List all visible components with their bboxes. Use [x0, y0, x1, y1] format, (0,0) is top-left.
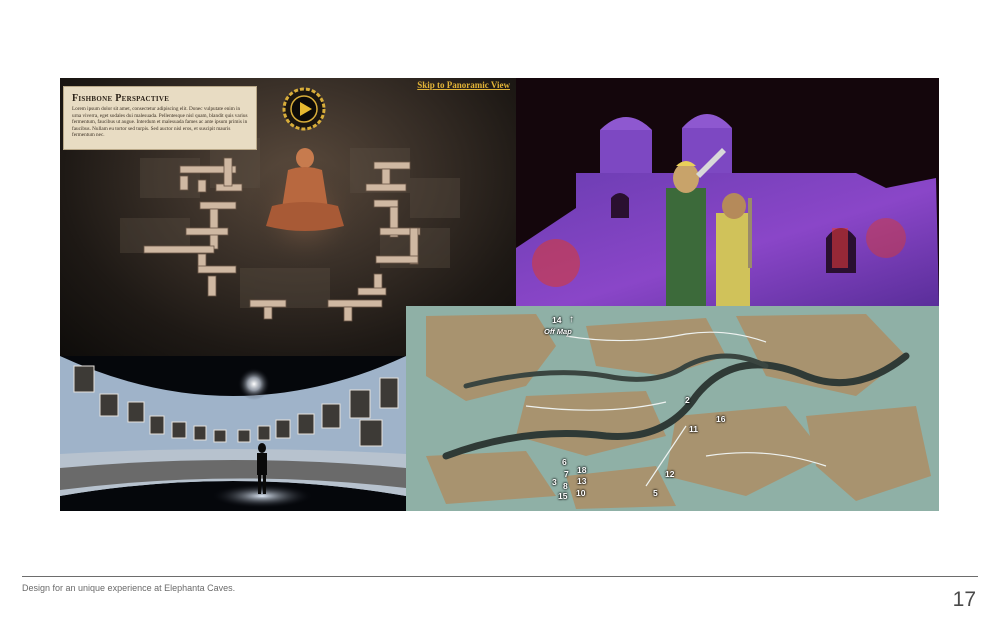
page-number: 17	[952, 588, 976, 611]
map-label[interactable]: 12	[665, 470, 674, 479]
panoramic-gallery-photo	[60, 356, 406, 511]
info-card: Fishbone Perspactive Lorem ipsum dolor s…	[63, 86, 257, 150]
map-label[interactable]: 11	[689, 425, 698, 434]
map-label[interactable]: 10	[576, 489, 585, 498]
play-icon[interactable]	[282, 87, 326, 131]
info-card-body: Lorem ipsum dolor sit amet, consectetur …	[72, 106, 248, 139]
map-label[interactable]: 18	[577, 466, 586, 475]
map-label[interactable]: 14	[552, 316, 561, 325]
map-label[interactable]: 13	[577, 477, 586, 486]
map-label[interactable]: 15	[558, 492, 567, 501]
footer-divider	[22, 576, 978, 577]
map-label[interactable]: 16	[716, 415, 725, 424]
footer-caption: Design for an unique experience at Eleph…	[22, 583, 236, 593]
map-label[interactable]: 8	[563, 482, 568, 491]
skip-to-panoramic-link[interactable]: Skip to Panoramic View	[417, 80, 510, 90]
gallery-image	[60, 356, 406, 511]
map-label[interactable]: 6	[562, 458, 567, 467]
arrow-up-icon: ↑	[569, 314, 574, 325]
map-label[interactable]: 3	[552, 478, 557, 487]
map-terrain	[406, 306, 939, 511]
map-label[interactable]: 7	[564, 470, 569, 479]
topographic-map: 14 ↑ Off Map 2 11 16 6 7 18 3 8 13 15 10…	[406, 306, 939, 511]
map-label[interactable]: 2	[685, 396, 690, 405]
fort-projection-image	[516, 78, 939, 306]
info-card-title: Fishbone Perspactive	[72, 93, 170, 104]
fort-projection-photo	[516, 78, 939, 306]
off-map-label: Off Map	[544, 327, 572, 336]
map-label[interactable]: 5	[653, 489, 658, 498]
